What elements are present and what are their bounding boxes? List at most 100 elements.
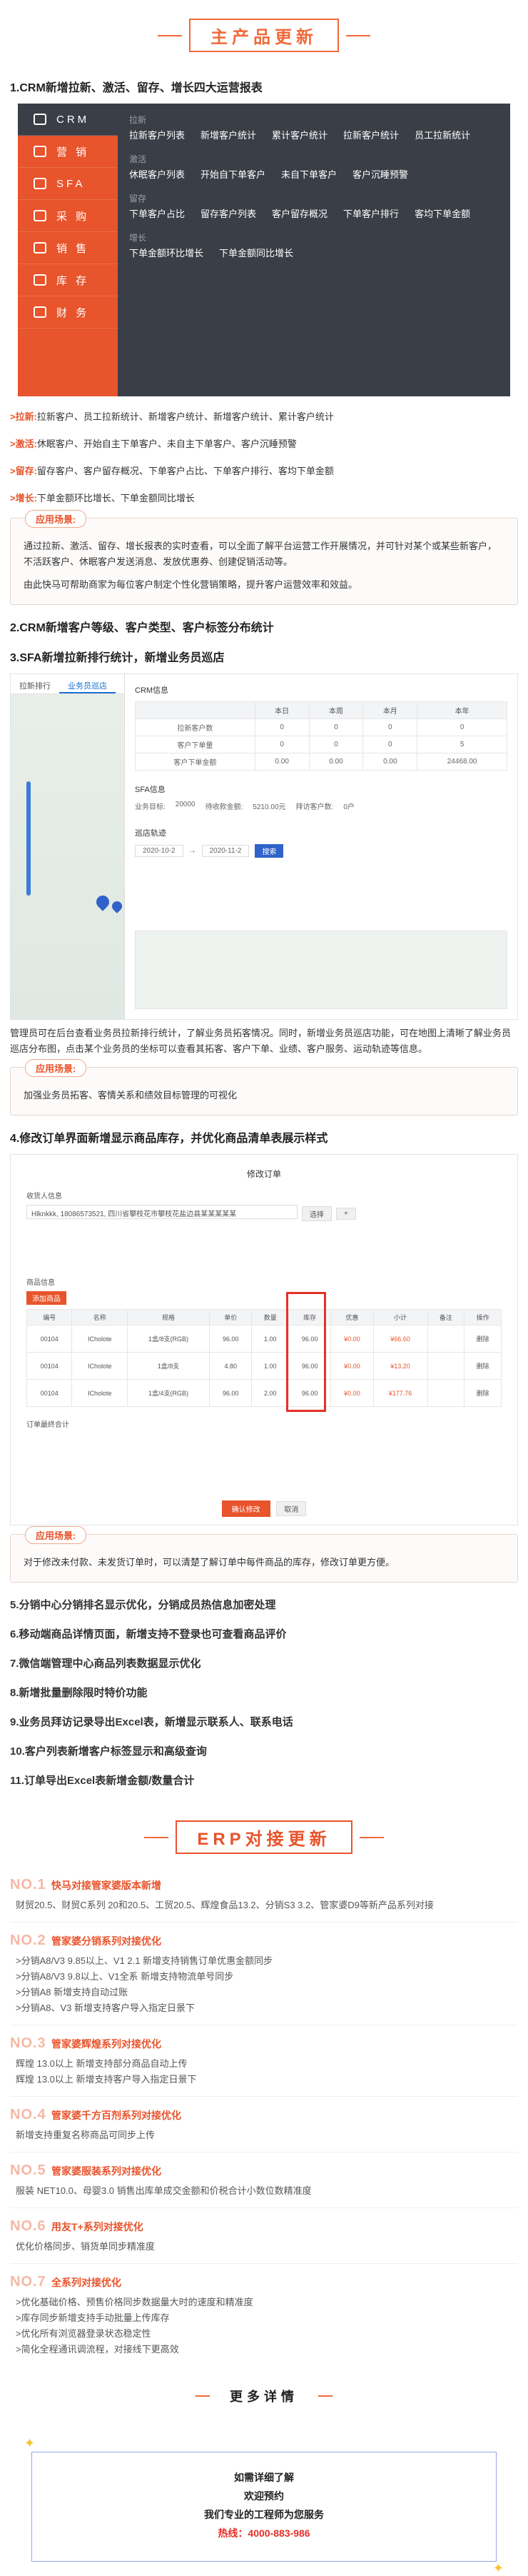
menu-link[interactable]: 下单客户占比 — [129, 207, 185, 221]
table-header: 本月 — [362, 701, 418, 719]
menu-link[interactable]: 客户沉睡预警 — [352, 168, 408, 182]
nav-crm[interactable]: CRM — [18, 104, 118, 136]
sfa-screenshot: 拉新排行 业务员巡店 CRM信息 本日 本周 本月 本年 拉新客户数 0 0 0… — [10, 673, 518, 1020]
remark-checkbox[interactable] — [427, 1379, 465, 1407]
list-item: 9.业务员拜访记录导出Excel表，新增显示联系人、联系电话 — [10, 1716, 293, 1728]
menu-link[interactable]: 客均下单金额 — [415, 207, 470, 221]
table-header: 本周 — [308, 701, 364, 719]
main-update-heading: 主产品更新 — [10, 0, 518, 65]
map-pin-icon[interactable] — [110, 899, 124, 913]
table-cell: 00104 — [26, 1379, 73, 1407]
menu-link[interactable]: 累计客户统计 — [272, 129, 328, 143]
item4-title: 4.修改订单界面新增显示商品库存，并优化商品清单表展示样式 — [10, 1133, 328, 1145]
receiver-field[interactable]: Hlknkkk, 18086573521, 四川省攀枝花市攀枝花盐边县某某某某某 — [26, 1205, 298, 1219]
info-label: 拜访客户数: — [295, 803, 334, 811]
table-cell: ¥0.00 — [330, 1379, 374, 1407]
confirm-button[interactable]: 确认修改 — [221, 1500, 270, 1517]
section-track: 巡店轨迹 — [135, 829, 166, 838]
nav-sales[interactable]: 销 售 — [18, 232, 118, 264]
crm-menu-mock: CRM 营 销 SFA 采 购 销 售 库 存 财 务 拉新 拉新客户列表 新增… — [18, 104, 510, 396]
date-from-input[interactable]: 2020-10-2 — [135, 845, 183, 857]
table-cell: ¥177.76 — [372, 1379, 428, 1407]
erp-line: >分销A8 新增支持自动过账 — [16, 1987, 128, 1998]
list-item: 6.移动端商品详情页面，新增支持不登录也可查看商品评价 — [10, 1628, 287, 1640]
nav-inventory[interactable]: 库 存 — [18, 264, 118, 296]
list-item: 8.新增批量删除限时特价功能 — [10, 1687, 148, 1699]
tab-patrol[interactable]: 业务员巡店 — [59, 674, 116, 693]
erp-line: 优化价格同步、销货单同步精准度 — [16, 2241, 156, 2252]
table-cell: 00104 — [26, 1325, 73, 1353]
erp-line: >简化全程通讯调流程，对接线下更高效 — [16, 2344, 179, 2355]
cancel-button[interactable]: 取消 — [276, 1501, 307, 1516]
menu-link[interactable]: 拉新客户列表 — [129, 129, 185, 143]
menu-link[interactable]: 开始自下单客户 — [200, 168, 265, 182]
to-separator: → — [188, 847, 196, 855]
menu-link[interactable]: 员工拉新统计 — [415, 129, 470, 143]
add-goods-button[interactable]: 添加商品 — [26, 1291, 66, 1305]
tab-ranking[interactable]: 拉新排行 — [11, 674, 59, 693]
scene-tag: 应用场景: — [25, 510, 87, 528]
erp-item: NO.1 快马对接管家婆版本新增 财贸20.5、财贸C系列 20和20.5、工贸2… — [10, 1877, 518, 1913]
erp-update-title: ERP对接更新 — [176, 1820, 352, 1854]
menu-link[interactable]: 休眠客户列表 — [129, 168, 185, 182]
menu-link[interactable]: 拉新客户统计 — [343, 129, 399, 143]
erp-item: NO.3 管家婆辉煌系列对接优化 辉煌 13.0以上 新增支持部分商品自动上传 辉… — [10, 2035, 518, 2088]
menu-link[interactable]: 下单金额环比增长 — [129, 246, 203, 261]
menu-link[interactable]: 留存客户列表 — [200, 207, 256, 221]
nav-purchase[interactable]: 采 购 — [18, 200, 118, 232]
remark-checkbox[interactable] — [427, 1325, 465, 1353]
nav-label: 财 务 — [56, 306, 90, 319]
list-item: 11.订单导出Excel表新增金额/数量合计 — [10, 1775, 195, 1787]
info-label: 业务目标: — [135, 803, 166, 811]
menu-link[interactable]: 客户留存概况 — [272, 207, 328, 221]
remark-checkbox[interactable] — [427, 1352, 465, 1380]
total-label: 订单最终合计 — [26, 1421, 69, 1429]
add-address-button[interactable]: + — [336, 1207, 356, 1220]
table-cell: 0.00 — [254, 753, 310, 771]
menu-link[interactable]: 新增客户统计 — [200, 129, 256, 143]
nav-finance[interactable]: 财 务 — [18, 296, 118, 329]
search-button[interactable]: 搜索 — [255, 844, 284, 858]
erp-item: NO.6 用友T+系列对接优化 优化价格同步、销货单同步精准度 — [10, 2218, 518, 2255]
qty-input[interactable]: 1.00 — [251, 1352, 290, 1380]
qty-input[interactable]: 1.00 — [251, 1325, 290, 1353]
info-value: 20000 — [175, 801, 196, 808]
group-title: 激活 — [129, 154, 147, 164]
table-cell: 5 — [417, 736, 507, 753]
erp-line: 财贸20.5、财贸C系列 20和20.5、工贸20.5、辉煌食品13.2、分销S… — [16, 1900, 434, 1910]
delete-button[interactable]: 删除 — [464, 1379, 502, 1407]
table-cell: 24468.00 — [417, 753, 507, 771]
qty-input[interactable]: 2.00 — [251, 1379, 290, 1407]
nav-marketing[interactable]: 营 销 — [18, 136, 118, 168]
menu-link[interactable]: 下单客户排行 — [343, 207, 399, 221]
table-header: 单价 — [209, 1309, 253, 1325]
price-input[interactable]: 96.00 — [209, 1379, 253, 1407]
group-title: 增长 — [129, 233, 147, 243]
bullet-key: >留存: — [10, 466, 37, 476]
hotline[interactable]: 热线：4000-883-986 — [32, 2524, 496, 2542]
crm-icon — [34, 114, 46, 125]
track-map[interactable] — [135, 931, 507, 1009]
list-item: 5.分销中心分销排名显示优化，分销成员热信息加密处理 — [10, 1599, 276, 1611]
select-button[interactable]: 选择 — [302, 1206, 332, 1221]
erp-title: 快马对接管家婆版本新增 — [51, 1880, 161, 1891]
item1-scene-box: 应用场景: 通过拉新、激活、留存、增长报表的实时查看，可以全面了解平台运营工作开… — [10, 510, 518, 605]
nav-sfa[interactable]: SFA — [18, 168, 118, 200]
delete-button[interactable]: 删除 — [464, 1352, 502, 1380]
table-cell: ¥13.20 — [372, 1352, 428, 1380]
erp-number: NO.2 — [10, 1933, 46, 1948]
menu-link[interactable]: 下单金额同比增长 — [219, 246, 293, 261]
map-pin-icon[interactable] — [93, 893, 112, 911]
table-cell: 0 — [417, 718, 507, 736]
erp-number: NO.3 — [10, 2035, 46, 2051]
bullet-key: >激活: — [10, 438, 37, 449]
delete-button[interactable]: 删除 — [464, 1325, 502, 1353]
sfa-map-panel: 拉新排行 业务员巡店 — [11, 674, 125, 1019]
more-detail-heading: 更多详情 — [10, 2366, 518, 2412]
price-input[interactable]: 96.00 — [209, 1325, 253, 1353]
table-cell: 0.00 — [308, 753, 364, 771]
menu-link[interactable]: 未自下单客户 — [281, 168, 337, 182]
date-to-input[interactable]: 2020-11-2 — [201, 845, 250, 857]
table-cell: ICholote — [71, 1352, 128, 1380]
price-input[interactable]: 4.80 — [209, 1352, 253, 1380]
